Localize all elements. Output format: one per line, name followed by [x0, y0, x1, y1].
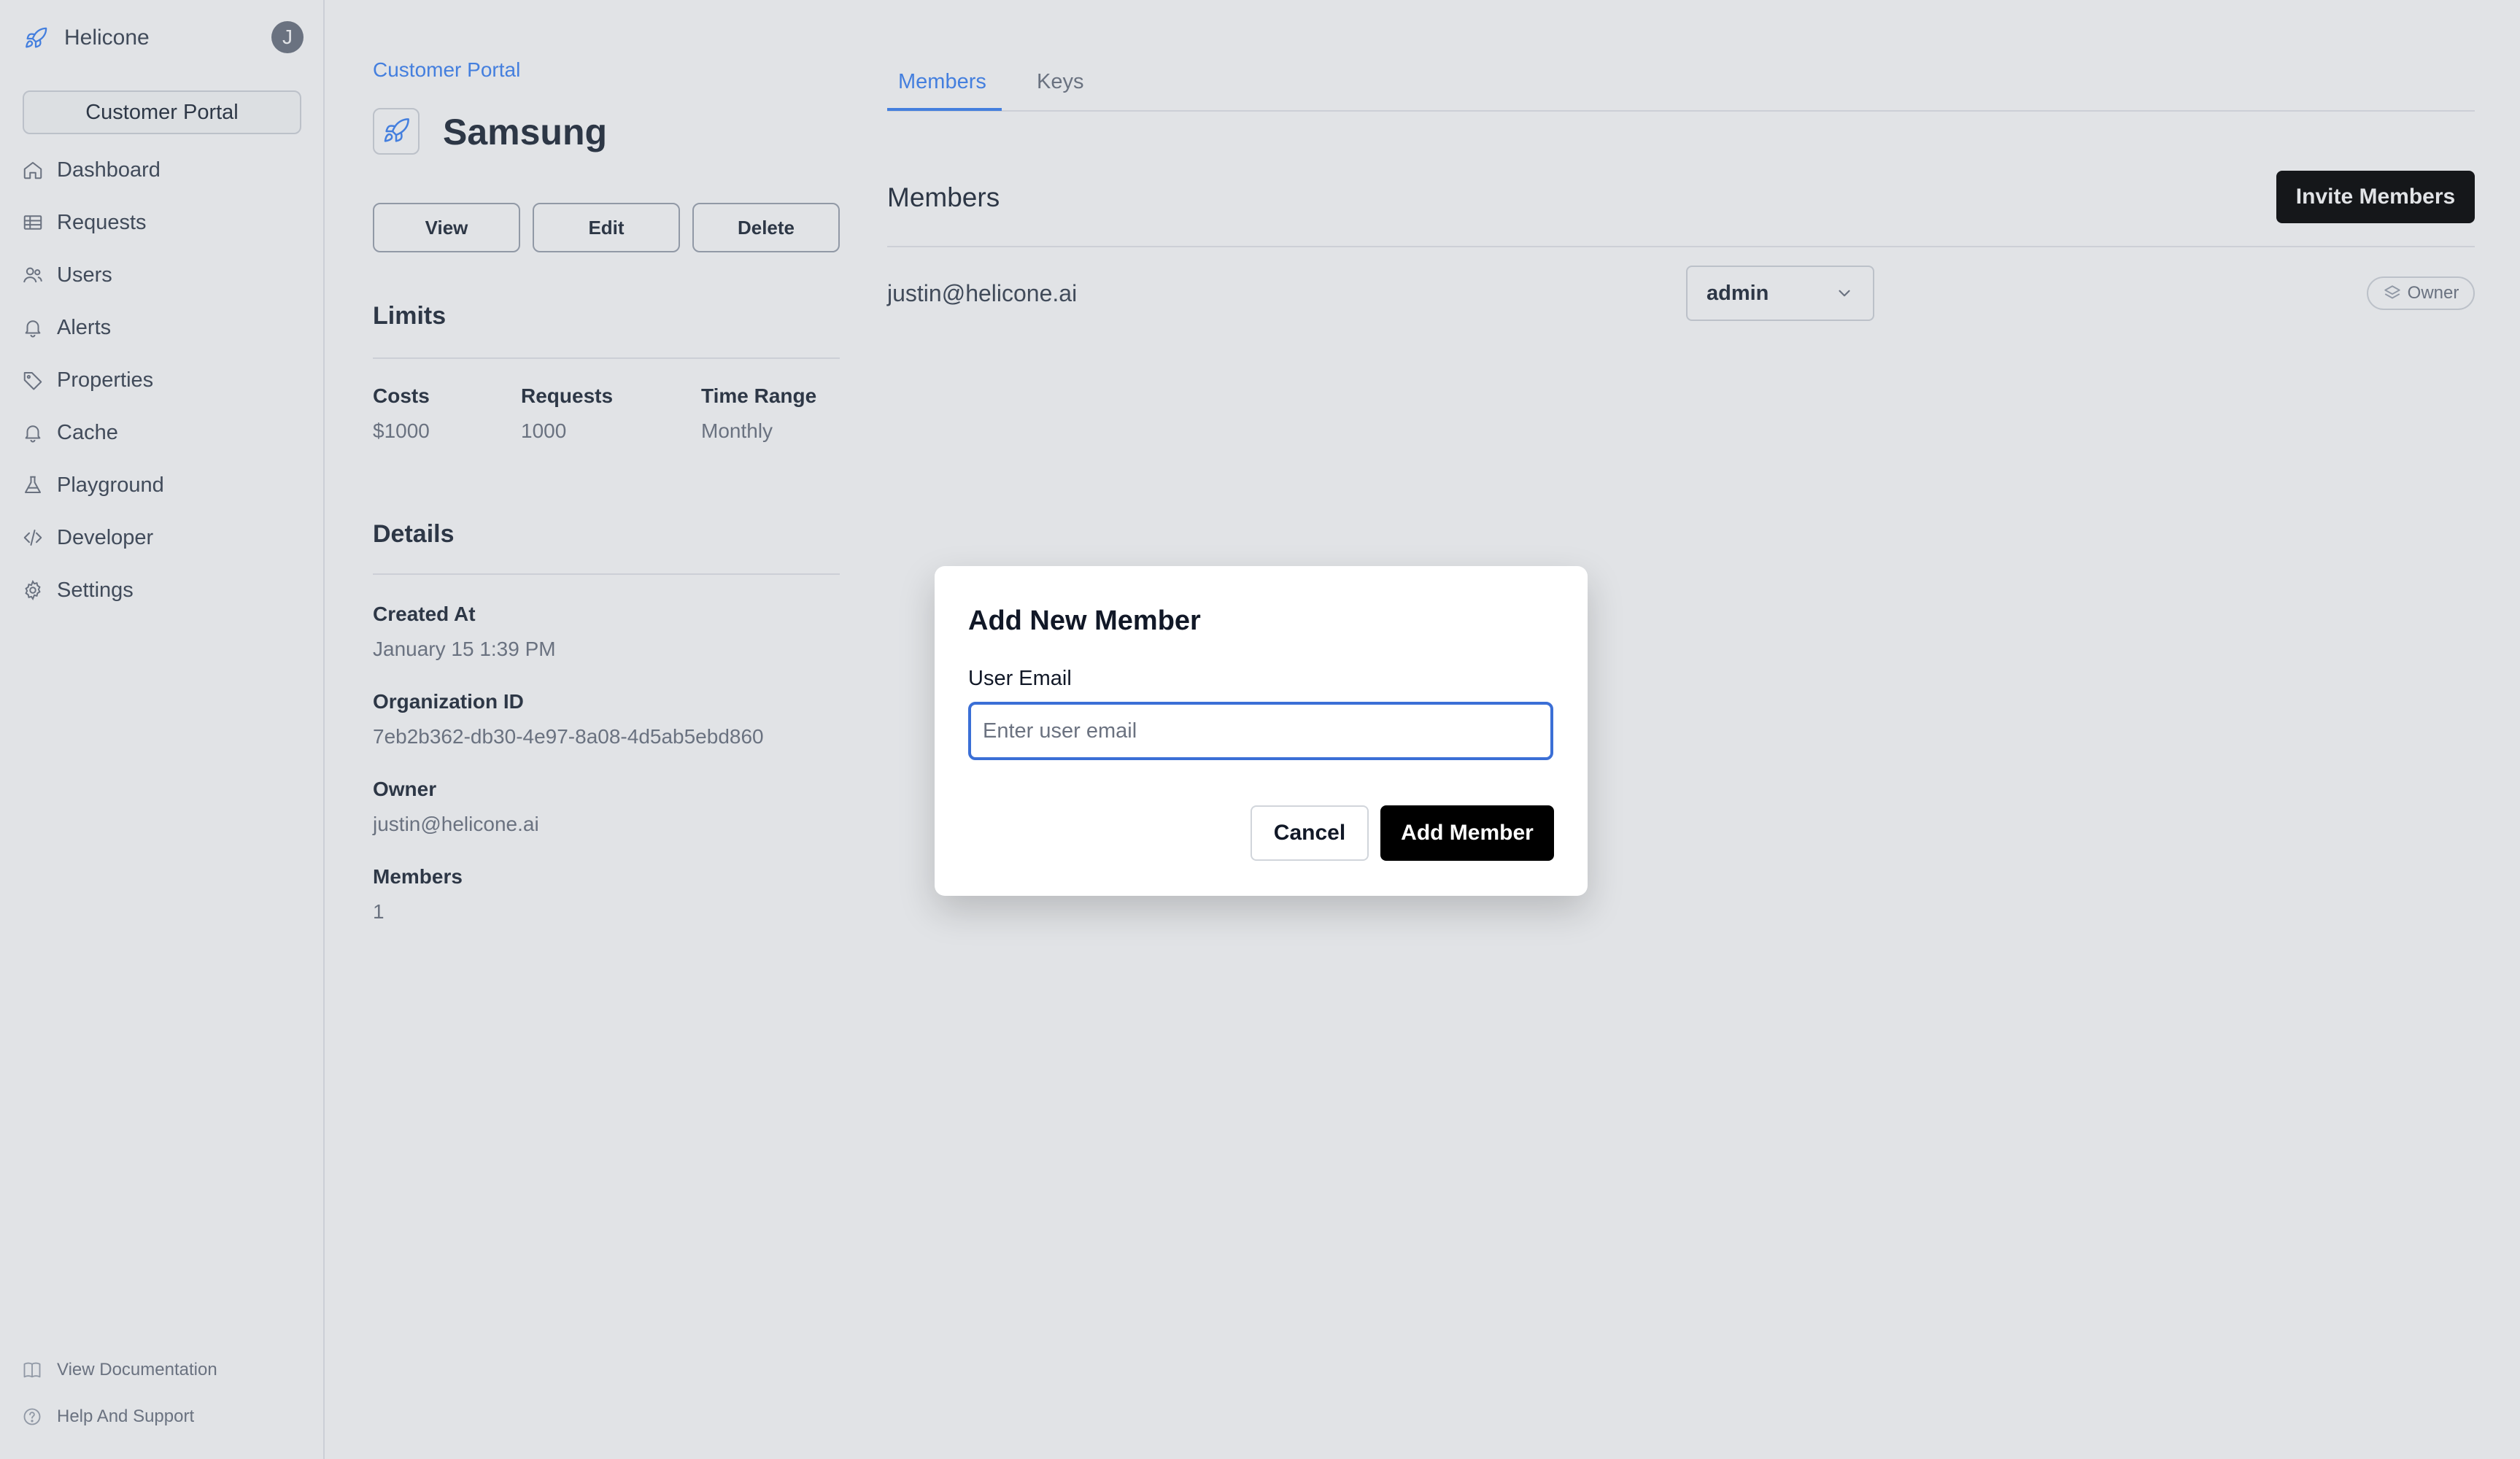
dialog-title: Add New Member	[968, 605, 1201, 636]
add-member-dialog: Add New Member User Email Cancel Add Mem…	[935, 566, 1588, 896]
add-member-button[interactable]: Add Member	[1380, 805, 1554, 861]
user-email-input[interactable]	[968, 702, 1553, 760]
user-email-label: User Email	[968, 667, 1072, 690]
cancel-button[interactable]: Cancel	[1251, 805, 1369, 861]
